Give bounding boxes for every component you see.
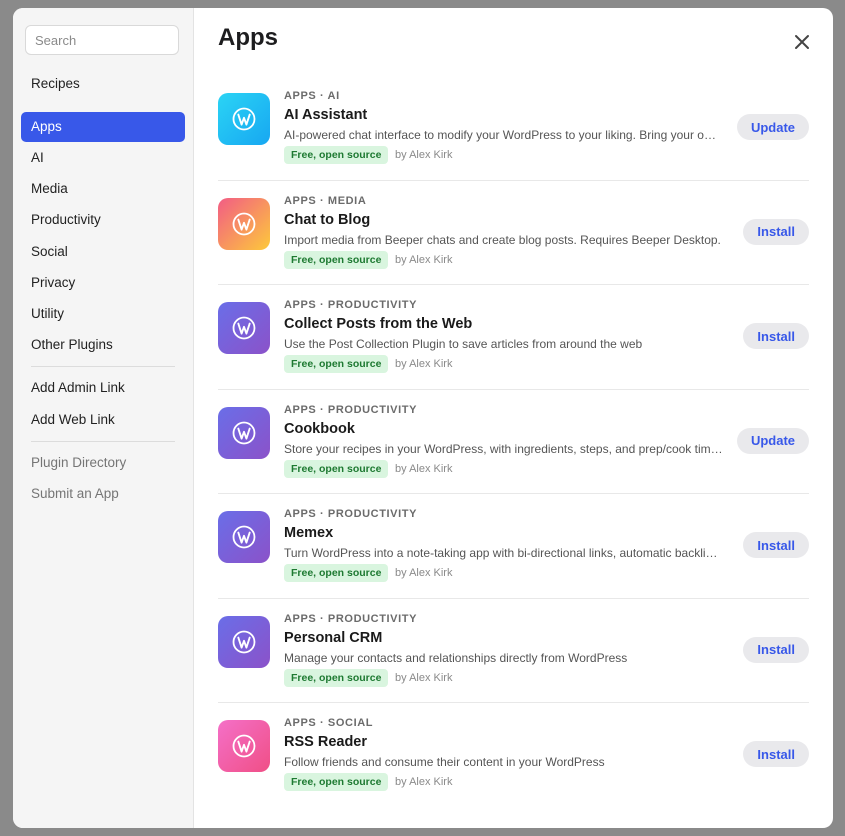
search-input[interactable] [25, 25, 179, 55]
app-category: APPS · PRODUCTIVITY [284, 299, 418, 311]
sidebar-item-apps[interactable]: Apps [21, 112, 185, 142]
sidebar-item-recipes[interactable]: Recipes [21, 69, 185, 99]
sidebar-item-social[interactable]: Social [21, 237, 185, 267]
app-category: APPS · PRODUCTIVITY [284, 508, 418, 520]
app-row: APPS · PRODUCTIVITY Memex Turn WordPress… [218, 494, 809, 599]
app-category: APPS · PRODUCTIVITY [284, 612, 418, 625]
app-category: APPS · SOCIAL [284, 717, 374, 729]
wordpress-logo-icon [232, 525, 256, 549]
sidebar: Recipes Apps AI Media Productivity Socia… [13, 8, 194, 828]
app-icon [218, 406, 270, 459]
app-author: by Alex Kirk [395, 567, 453, 579]
main-content: Apps APPS · AI AI Assistant AI-powered c… [194, 8, 833, 828]
app-author: by Alex Kirk [395, 358, 453, 370]
sidebar-divider [31, 366, 175, 367]
sidebar-item-add-web-link[interactable]: Add Web Link [21, 405, 185, 435]
sidebar-divider [31, 441, 175, 442]
app-row: APPS · PRODUCTIVITY Cookbook Store your … [218, 390, 809, 494]
license-badge: Free, open source [284, 146, 389, 164]
app-author: by Alex Kirk [395, 462, 453, 475]
wordpress-logo-icon [232, 630, 256, 653]
app-icon [218, 615, 270, 668]
update-button[interactable]: Update [736, 114, 809, 140]
install-button[interactable]: Install [743, 218, 809, 245]
license-badge: Free, open source [284, 564, 389, 582]
sidebar-item-privacy[interactable]: Privacy [21, 268, 185, 298]
license-badge: Free, open source [284, 773, 389, 791]
app-row: APPS · SOCIAL RSS Reader Follow friends … [218, 703, 809, 808]
app-name[interactable]: RSS Reader [284, 734, 367, 750]
sidebar-item-submit-app[interactable]: Submit an App [21, 479, 185, 509]
app-author: by Alex Kirk [395, 671, 453, 684]
license-badge: Free, open source [284, 355, 389, 373]
wordpress-logo-icon [232, 212, 256, 235]
app-icon [218, 197, 270, 250]
app-row: APPS · AI AI Assistant AI-powered chat i… [218, 76, 809, 181]
app-description: Turn WordPress into a note-taking app wi… [284, 546, 724, 560]
app-list: APPS · AI AI Assistant AI-powered chat i… [218, 76, 809, 808]
install-button[interactable]: Install [743, 741, 809, 767]
sidebar-item-utility[interactable]: Utility [21, 299, 185, 329]
app-name[interactable]: Chat to Blog [284, 212, 370, 228]
app-category: APPS · PRODUCTIVITY [284, 403, 418, 416]
page-title: Apps [218, 24, 278, 51]
app-category: APPS · MEDIA [284, 194, 367, 207]
app-description: Import media from Beeper chats and creat… [284, 232, 721, 247]
app-name[interactable]: Personal CRM [284, 630, 382, 646]
license-badge: Free, open source [284, 459, 389, 478]
apps-modal: Recipes Apps AI Media Productivity Socia… [13, 8, 833, 828]
wordpress-logo-icon [232, 107, 256, 131]
license-badge: Free, open source [284, 668, 389, 687]
update-button[interactable]: Update [736, 427, 809, 454]
sidebar-item-productivity[interactable]: Productivity [21, 205, 185, 235]
license-badge: Free, open source [284, 250, 389, 269]
sidebar-item-plugin-directory[interactable]: Plugin Directory [21, 448, 185, 478]
wordpress-logo-icon [232, 421, 256, 444]
wordpress-logo-icon [232, 734, 256, 758]
close-icon[interactable] [793, 33, 811, 51]
app-row: APPS · PRODUCTIVITY Personal CRM Manage … [218, 599, 809, 703]
app-author: by Alex Kirk [395, 776, 453, 788]
app-category: APPS · AI [284, 90, 340, 102]
app-row: APPS · MEDIA Chat to Blog Import media f… [218, 181, 809, 285]
sidebar-item-other-plugins[interactable]: Other Plugins [21, 330, 185, 360]
app-row: APPS · PRODUCTIVITY Collect Posts from t… [218, 285, 809, 390]
app-icon [218, 93, 270, 145]
app-author: by Alex Kirk [395, 253, 453, 266]
app-name[interactable]: Cookbook [284, 421, 355, 437]
sidebar-item-ai[interactable]: AI [21, 143, 185, 173]
app-name[interactable]: Memex [284, 525, 333, 541]
app-description: Store your recipes in your WordPress, wi… [284, 441, 724, 456]
app-icon [218, 302, 270, 354]
app-name[interactable]: Collect Posts from the Web [284, 316, 472, 332]
app-description: Manage your contacts and relationships d… [284, 650, 628, 665]
app-icon [218, 720, 270, 772]
install-button[interactable]: Install [743, 636, 809, 663]
app-name[interactable]: AI Assistant [284, 107, 367, 123]
app-description: AI-powered chat interface to modify your… [284, 128, 724, 142]
sidebar-item-add-admin-link[interactable]: Add Admin Link [21, 373, 185, 403]
app-icon [218, 511, 270, 563]
app-description: Use the Post Collection Plugin to save a… [284, 337, 643, 351]
install-button[interactable]: Install [743, 323, 809, 349]
sidebar-item-media[interactable]: Media [21, 174, 185, 204]
app-author: by Alex Kirk [395, 149, 453, 161]
install-button[interactable]: Install [743, 532, 809, 558]
app-description: Follow friends and consume their content… [284, 755, 605, 769]
wordpress-logo-icon [232, 316, 256, 340]
